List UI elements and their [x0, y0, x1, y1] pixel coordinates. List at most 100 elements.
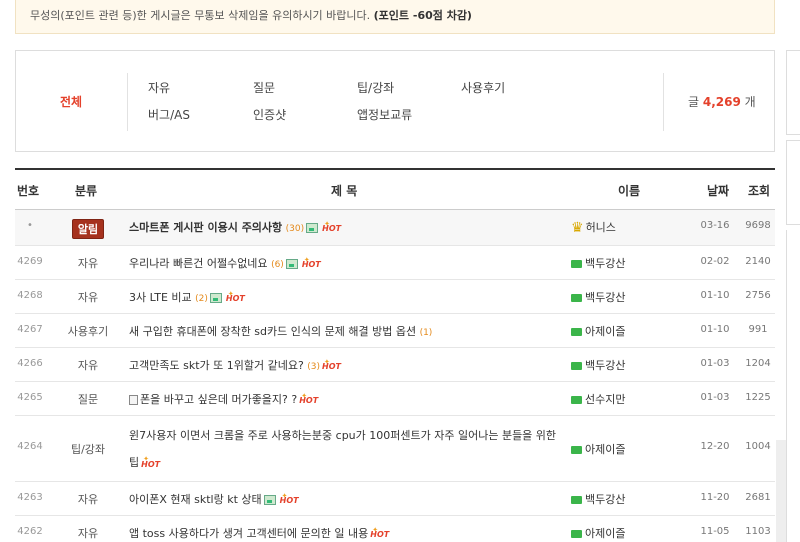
post-title[interactable]: 윈7사용자 이면서 크롬을 주로 사용하는분중 cpu가 100퍼센트가 자주 … [129, 422, 569, 477]
table-row: 4267 사용후기 새 구입한 휴대폰에 장착한 sd카드 인식의 문제 해결 방법… [15, 314, 775, 348]
scroll-shade [776, 440, 786, 542]
author-name[interactable]: 백두강산 [571, 491, 681, 507]
table-row: 4265 질문 폰을 바꾸고 싶은데 머가좋을지? ?HOT 선수지만 01-03 122… [15, 382, 775, 416]
post-title-text[interactable]: 폰을 바꾸고 싶은데 머가좋을지? ? [140, 393, 297, 406]
post-category[interactable]: 사용후기 [55, 323, 121, 339]
post-title[interactable]: 3사 LTE 비교 (2) HOT [129, 285, 569, 308]
post-hits: 1225 [745, 392, 771, 403]
author-name-text[interactable]: 아제이즐 [585, 443, 625, 456]
post-number: • [27, 220, 33, 231]
author-name[interactable]: 백두강산 [571, 289, 681, 305]
post-title-text[interactable]: 우리나라 빠른건 어쩔수없네요 [129, 257, 268, 270]
post-title-text[interactable]: 아이폰X 현재 sktl랑 kt 상태 [129, 493, 262, 506]
hot-icon: HOT [141, 446, 160, 478]
post-category[interactable]: 자유 [55, 491, 121, 507]
author-name-text[interactable]: 백두강산 [585, 359, 625, 372]
post-date: 01-10 [700, 290, 730, 301]
post-total-count: 4,269 [702, 95, 741, 109]
category-divider [127, 73, 128, 131]
post-category[interactable]: 자유 [55, 357, 121, 373]
comment-count: (30) [285, 224, 305, 234]
post-date: 01-03 [700, 358, 730, 369]
post-category[interactable]: 자유 [55, 525, 121, 541]
board-notice: 무성의(포인트 관련 등)한 게시글은 무통보 삭제임을 유의하시기 바랍니다.… [15, 0, 775, 34]
author-name[interactable]: 백두강산 [571, 357, 681, 373]
level-icon [571, 446, 582, 454]
category-review[interactable]: 사용후기 [461, 79, 505, 96]
category-appinfo[interactable]: 앱정보교류 [357, 106, 412, 123]
category-proof[interactable]: 인증샷 [253, 106, 286, 123]
post-title[interactable]: 우리나라 빠른건 어쩔수없네요 (6) HOT [129, 251, 569, 274]
post-category[interactable]: 팁/강좌 [55, 441, 121, 457]
post-title-text[interactable]: 스마트폰 게시판 이용시 주의사항 [129, 221, 282, 234]
post-title[interactable]: 앱 toss 사용하다가 생겨 고객센터에 문의한 일 내용HOT [129, 521, 569, 542]
post-hits: 9698 [745, 220, 771, 231]
post-title[interactable]: 폰을 바꾸고 싶은데 머가좋을지? ?HOT [129, 387, 569, 409]
post-category[interactable]: 질문 [55, 391, 121, 407]
post-date: 11-05 [700, 526, 730, 537]
author-name[interactable]: 아제이즐 [571, 323, 681, 339]
level-icon [571, 530, 582, 538]
comment-count: (3) [307, 362, 321, 372]
notice-penalty: (포인트 -60점 차감) [373, 9, 472, 22]
post-category[interactable]: 자유 [55, 255, 121, 271]
image-icon [263, 495, 276, 505]
post-title[interactable]: 스마트폰 게시판 이용시 주의사항 (30) HOT [129, 215, 569, 238]
category-bug[interactable]: 버그/AS [148, 106, 190, 123]
notice-badge: 알림 [71, 219, 105, 239]
author-name-text[interactable]: 허니스 [586, 221, 616, 234]
comment-count: (6) [271, 260, 284, 270]
table-row: 4266 자유 고객만족도 skt가 또 1위할거 같네요? (3)HOT 백두강산 0… [15, 348, 775, 382]
author-name-text[interactable]: 아제이즐 [585, 527, 625, 540]
post-total-suffix: 개 [744, 95, 756, 109]
author-name[interactable]: 아제이즐 [571, 525, 681, 541]
post-number: 4263 [17, 492, 43, 503]
post-title[interactable]: 고객만족도 skt가 또 1위할거 같네요? (3)HOT [129, 353, 569, 376]
author-name-text[interactable]: 선수지만 [585, 393, 625, 406]
post-title-text[interactable]: 새 구입한 휴대폰에 장착한 sd카드 인식의 문제 해결 방법 옵션 [129, 325, 416, 338]
post-number: 4262 [17, 526, 43, 537]
category-question[interactable]: 질문 [253, 79, 275, 96]
author-name[interactable]: 선수지만 [571, 391, 681, 407]
post-title-text[interactable]: 고객만족도 skt가 또 1위할거 같네요? [129, 359, 304, 372]
author-name-text[interactable]: 백두강산 [585, 493, 625, 506]
sidebar-panel [786, 50, 800, 135]
header-title: 제 목 [331, 184, 358, 198]
level-icon [571, 260, 582, 268]
crown-icon: ♛ [571, 220, 584, 236]
table-row: 4262 자유 앱 toss 사용하다가 생겨 고객센터에 문의한 일 내용HOT 아… [15, 516, 775, 542]
author-name[interactable]: 백두강산 [571, 255, 681, 271]
author-name[interactable]: ♛ 허니스 [571, 219, 681, 236]
sidebar-panel [786, 230, 800, 542]
author-name-text[interactable]: 아제이즐 [585, 325, 625, 338]
post-title[interactable]: 새 구입한 휴대폰에 장착한 sd카드 인식의 문제 해결 방법 옵션 (1) [129, 323, 569, 342]
post-title-text[interactable]: 앱 toss 사용하다가 생겨 고객센터에 문의한 일 내용 [129, 527, 368, 540]
post-total-prefix: 글 [688, 95, 700, 109]
sidebar-panel [786, 140, 800, 225]
post-hits: 2756 [745, 290, 771, 301]
post-number: 4266 [17, 358, 43, 369]
category-tips[interactable]: 팁/강좌 [357, 79, 394, 96]
level-icon [571, 496, 582, 504]
post-number: 4264 [17, 441, 43, 452]
header-name: 이름 [618, 184, 641, 198]
table-row: • 알림 스마트폰 게시판 이용시 주의사항 (30) HOT ♛허니스 03-16 969… [15, 210, 775, 246]
post-date: 11-20 [700, 492, 730, 503]
comment-count: (2) [195, 294, 208, 304]
image-icon [285, 259, 298, 269]
post-total: 글 4,269 개 [688, 93, 756, 110]
author-name-text[interactable]: 백두강산 [585, 257, 625, 270]
category-all[interactable]: 전체 [16, 51, 126, 151]
author-name[interactable]: 아제이즐 [571, 441, 681, 457]
level-icon [571, 328, 582, 336]
author-name-text[interactable]: 백두강산 [585, 291, 625, 304]
post-title-text[interactable]: 윈7사용자 이면서 크롬을 주로 사용하는분중 cpu가 100퍼센트가 자주 … [129, 429, 556, 469]
table-row: 4269 자유 우리나라 빠른건 어쩔수없네요 (6) HOT 백두강산 02-02 214… [15, 246, 775, 280]
hot-icon: HOT [226, 285, 245, 308]
category-free[interactable]: 자유 [148, 79, 170, 96]
header-date: 날짜 [707, 184, 730, 198]
post-title[interactable]: 아이폰X 현재 sktl랑 kt 상태 HOT [129, 487, 569, 509]
post-category[interactable]: 자유 [55, 289, 121, 305]
post-number: 4267 [17, 324, 43, 335]
post-title-text[interactable]: 3사 LTE 비교 [129, 291, 192, 304]
